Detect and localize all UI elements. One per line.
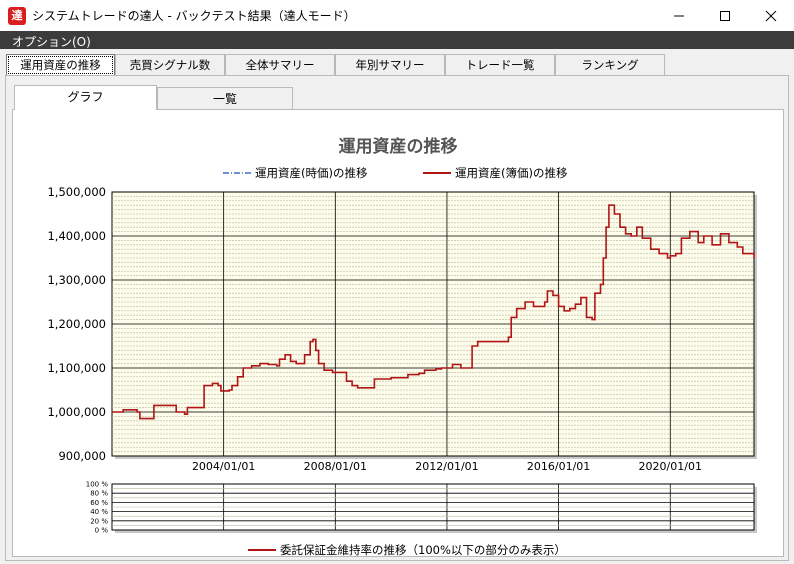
content-area: 運用資産の推移 売買シグナル数 全体サマリー 年別サマリー トレード一覧 ランキ… xyxy=(0,49,794,564)
maximize-icon xyxy=(720,11,730,21)
x-tick-label: 2004/01/01 xyxy=(192,460,255,473)
tab-trade-list[interactable]: トレード一覧 xyxy=(445,54,555,75)
legend-label-book-value: 運用資産(簿価)の推移 xyxy=(455,166,568,180)
y-tick-label: 1,200,000 xyxy=(47,317,106,331)
close-icon xyxy=(765,10,777,22)
margin-y-axis: 100 %80 %60 %40 %20 % 0 % xyxy=(86,481,109,535)
margin-y-tick-label: 40 % xyxy=(90,508,108,516)
y-tick-label: 1,400,000 xyxy=(47,229,106,243)
y-tick-label: 900,000 xyxy=(58,449,106,463)
tab-overall-summary[interactable]: 全体サマリー xyxy=(225,54,335,75)
x-tick-label: 2012/01/01 xyxy=(415,460,478,473)
subtab-graph[interactable]: グラフ xyxy=(14,85,157,110)
graph-panel: 運用資産の推移 運用資産(時価)の推移 運用資産(簿価)の推移 1,500,00… xyxy=(12,109,784,557)
tab-yearly-summary[interactable]: 年別サマリー xyxy=(335,54,445,75)
y-tick-label: 1,300,000 xyxy=(47,273,106,287)
asset-chart: 運用資産の推移 運用資産(時価)の推移 運用資産(簿価)の推移 1,500,00… xyxy=(47,136,757,557)
minimize-icon xyxy=(674,15,684,17)
menu-options[interactable]: オプション(O) xyxy=(12,33,91,50)
margin-y-tick-label: 0 % xyxy=(95,527,109,535)
window-titlebar[interactable]: 達 システムトレードの達人 - バックテスト結果（達人モード） xyxy=(0,0,794,31)
close-button[interactable] xyxy=(748,0,794,31)
maximize-button[interactable] xyxy=(702,0,748,31)
y-tick-label: 1,500,000 xyxy=(47,185,106,199)
minimize-button[interactable] xyxy=(656,0,702,31)
menu-bar: オプション(O) xyxy=(0,31,794,49)
window-title: システムトレードの達人 - バックテスト結果（達人モード） xyxy=(32,9,356,23)
y-tick-label: 1,100,000 xyxy=(47,361,106,375)
tab-ranking[interactable]: ランキング xyxy=(555,54,665,75)
tab-asset-history[interactable]: 運用資産の推移 xyxy=(6,54,115,76)
main-tab-panel: グラフ 一覧 運用資産の推移 運用資産(時価)の推移 運用資産(簿価)の推移 1… xyxy=(5,75,789,561)
legend-label-market-value: 運用資産(時価)の推移 xyxy=(255,166,368,180)
x-tick-label: 2020/01/01 xyxy=(639,460,702,473)
subtab-list[interactable]: 一覧 xyxy=(157,87,293,109)
x-tick-label: 2016/01/01 xyxy=(527,460,590,473)
app-logo-icon: 達 xyxy=(8,7,26,25)
margin-y-tick-label: 60 % xyxy=(90,499,108,507)
margin-legend: 委託保証金維持率の推移（100%以下の部分のみ表示） xyxy=(248,543,566,557)
margin-y-tick-label: 80 % xyxy=(90,490,108,498)
chart-title: 運用資産の推移 xyxy=(339,136,458,157)
margin-y-tick-label: 20 % xyxy=(90,517,108,525)
x-tick-label: 2008/01/01 xyxy=(304,460,367,473)
margin-y-tick-label: 100 % xyxy=(86,481,109,489)
main-x-axis: 2004/01/01 2008/01/01 2012/01/01 2016/01/01… xyxy=(192,460,702,473)
y-tick-label: 1,000,000 xyxy=(47,405,106,419)
tab-signal-count[interactable]: 売買シグナル数 xyxy=(115,54,225,75)
legend-label-margin-ratio: 委託保証金維持率の推移（100%以下の部分のみ表示） xyxy=(280,543,566,556)
main-y-axis: 1,500,000 1,400,000 1,300,000 1,200,000 1,10… xyxy=(47,185,106,463)
chart-legend: 運用資産(時価)の推移 運用資産(簿価)の推移 xyxy=(223,166,568,180)
